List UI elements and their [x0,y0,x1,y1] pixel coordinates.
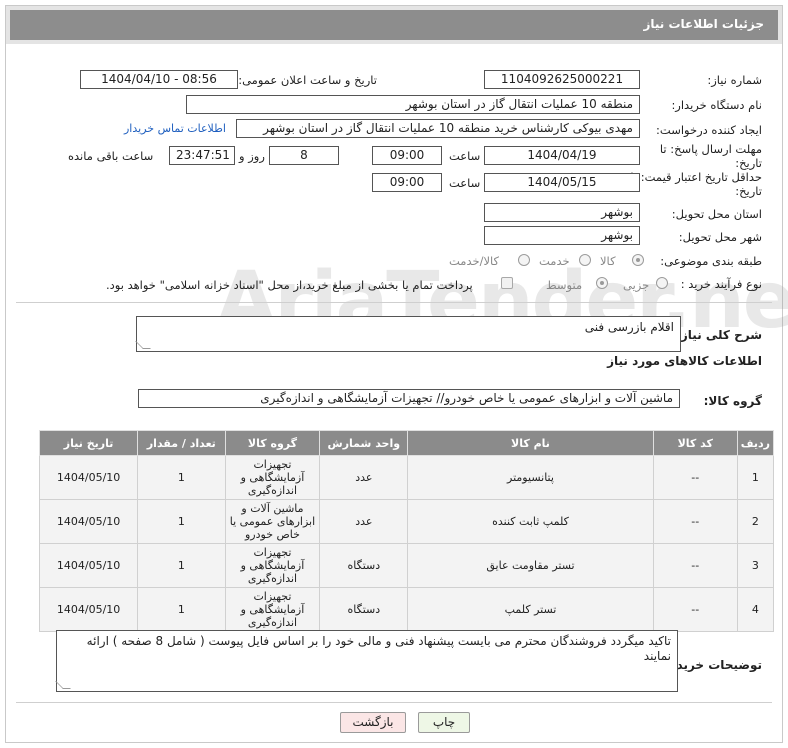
divider [16,302,772,303]
announce-label: تاریخ و ساعت اعلان عمومی: [238,73,377,87]
need-number-field: 1104092625000221 [484,70,640,89]
back-button[interactable]: بازگشت [340,712,406,733]
price-time-label: ساعت [449,176,481,190]
cell-quantity: 1 [137,543,226,588]
resize-grip-icon[interactable] [55,681,71,689]
reply-time-label: ساعت [449,149,481,163]
cell-item-group: تجهیزات آزمایشگاهی و اندازه‌گیری [224,543,321,588]
price-deadline-label: حداقل تاریخ اعتبار قیمت: تا تاریخ: [630,170,762,198]
page-frame: جزئیات اطلاعات نیاز AriaTender.neT شماره… [5,5,788,743]
category-option-goods: کالا [600,254,616,268]
price-date-field: 1404/05/15 [484,173,640,192]
col-unit: واحد شمارش [319,430,409,456]
col-quantity: تعداد / مقدار [137,430,226,456]
reply-time-field: 09:00 [372,146,442,165]
category-radio-goods-service[interactable] [518,254,530,266]
cell-need-date: 1404/05/10 [38,499,139,544]
city-field: بوشهر [484,226,640,245]
table-row: 4 -- تستر کلمپ دستگاه تجهیزات آزمایشگاهی… [38,587,775,632]
requester-field: مهدی بیوکی کارشناس خرید منطقه 10 عملیات … [236,119,640,138]
requester-label: ایجاد کننده درخواست: [656,123,762,137]
buyer-org-field: منطقه 10 عملیات انتقال گاز در استان بوشه… [186,95,640,114]
cell-item-name: پتانسیومتر [407,455,654,500]
cell-need-date: 1404/05/10 [38,543,139,588]
col-item-name: نام کالا [407,430,654,456]
cell-item-code: -- [652,455,738,500]
cell-unit: دستگاه [319,587,409,632]
cell-item-group: ماشین آلات و ابزارهای عمومی یا خاص خودرو [224,499,321,544]
province-label: استان محل تحویل: [671,207,762,221]
resize-grip-icon[interactable] [135,341,151,349]
cell-row-number: 4 [736,587,775,632]
cell-quantity: 1 [137,587,226,632]
city-label: شهر محل تحویل: [678,230,762,244]
cell-item-code: -- [652,543,738,588]
payment-note: پرداخت تمام یا بخشی از مبلغ خرید،از محل … [106,278,473,292]
table-row: 2 -- کلمپ ثابت کننده عدد ماشین آلات و اب… [38,499,775,544]
description-text: اقلام بازرسی فنی [584,320,674,334]
price-time-field: 09:00 [372,173,442,192]
cell-item-name: تستر کلمپ [407,587,654,632]
cell-row-number: 2 [736,499,775,544]
category-radio-goods[interactable] [632,254,644,266]
category-option-goods-service: کالا/خدمت [449,254,500,268]
goods-group-field: ماشین آلات و ابزارهای عمومی یا خاص خودرو… [138,389,680,408]
goods-group-label: گروه کالا: [703,394,762,408]
cell-item-group: تجهیزات آزمایشگاهی و اندازه‌گیری [224,455,321,500]
process-option-medium: متوسط [546,278,583,292]
contact-info-link[interactable]: اطلاعات تماس خریدار [124,122,226,135]
category-label: طبقه بندی موضوعی: [660,254,762,268]
cell-item-code: -- [652,499,738,544]
table-row: 3 -- تستر مقاومت عایق دستگاه تجهیزات آزم… [38,543,775,588]
table-row: 1 -- پتانسیومتر عدد تجهیزات آزمایشگاهی و… [38,455,775,500]
items-table: ردیف کد کالا نام کالا واحد شمارش گروه کا… [38,430,775,632]
print-button[interactable]: چاپ [418,712,470,733]
category-option-service: خدمت [539,254,570,268]
cell-item-name: تستر مقاومت عایق [407,543,654,588]
col-item-group: گروه کالا [224,430,321,456]
cell-quantity: 1 [137,499,226,544]
announce-datetime-field: 1404/04/10 - 08:56 [80,70,238,89]
cell-unit: عدد [319,499,409,544]
table-header-row: ردیف کد کالا نام کالا واحد شمارش گروه کا… [38,430,775,456]
cell-quantity: 1 [137,455,226,500]
cell-item-code: -- [652,587,738,632]
cell-row-number: 3 [736,543,775,588]
remaining-time-label: ساعت باقی مانده [68,149,154,163]
category-radio-service[interactable] [579,254,591,266]
description-label: شرح کلی نیاز: [676,328,762,342]
page-title: جزئیات اطلاعات نیاز [6,6,782,44]
process-radio-medium[interactable] [596,277,608,289]
reply-deadline-label: مهلت ارسال پاسخ: تا تاریخ: [659,142,762,170]
col-row-number: ردیف [736,430,775,456]
reply-date-field: 1404/04/19 [484,146,640,165]
divider [16,702,772,703]
need-number-label: شماره نیاز: [707,73,762,87]
col-need-date: تاریخ نیاز [38,430,139,456]
cell-item-group: تجهیزات آزمایشگاهی و اندازه‌گیری [224,587,321,632]
cell-item-name: کلمپ ثابت کننده [407,499,654,544]
days-label: روز و [239,149,265,163]
buyer-notes-textarea[interactable]: تاکید میگردد فروشندگان محترم می بایست پی… [55,630,678,692]
process-label: نوع فرآیند خرید : [680,277,762,291]
description-textarea[interactable]: اقلام بازرسی فنی [135,316,681,352]
process-option-minor: جزیی [623,278,650,292]
cell-row-number: 1 [736,455,775,500]
process-radio-minor[interactable] [656,277,668,289]
treasury-checkbox[interactable] [501,277,513,289]
buyer-org-label: نام دستگاه خریدار: [671,98,762,112]
days-count-field: 8 [269,146,339,165]
remaining-time-field: 23:47:51 [169,146,235,165]
goods-info-title: اطلاعات کالاهای مورد نیاز [607,354,762,368]
col-item-code: کد کالا [652,430,738,456]
cell-need-date: 1404/05/10 [38,455,139,500]
cell-need-date: 1404/05/10 [38,587,139,632]
province-field: بوشهر [484,203,640,222]
cell-unit: عدد [319,455,409,500]
cell-unit: دستگاه [319,543,409,588]
buyer-notes-text: تاکید میگردد فروشندگان محترم می بایست پی… [86,634,671,663]
